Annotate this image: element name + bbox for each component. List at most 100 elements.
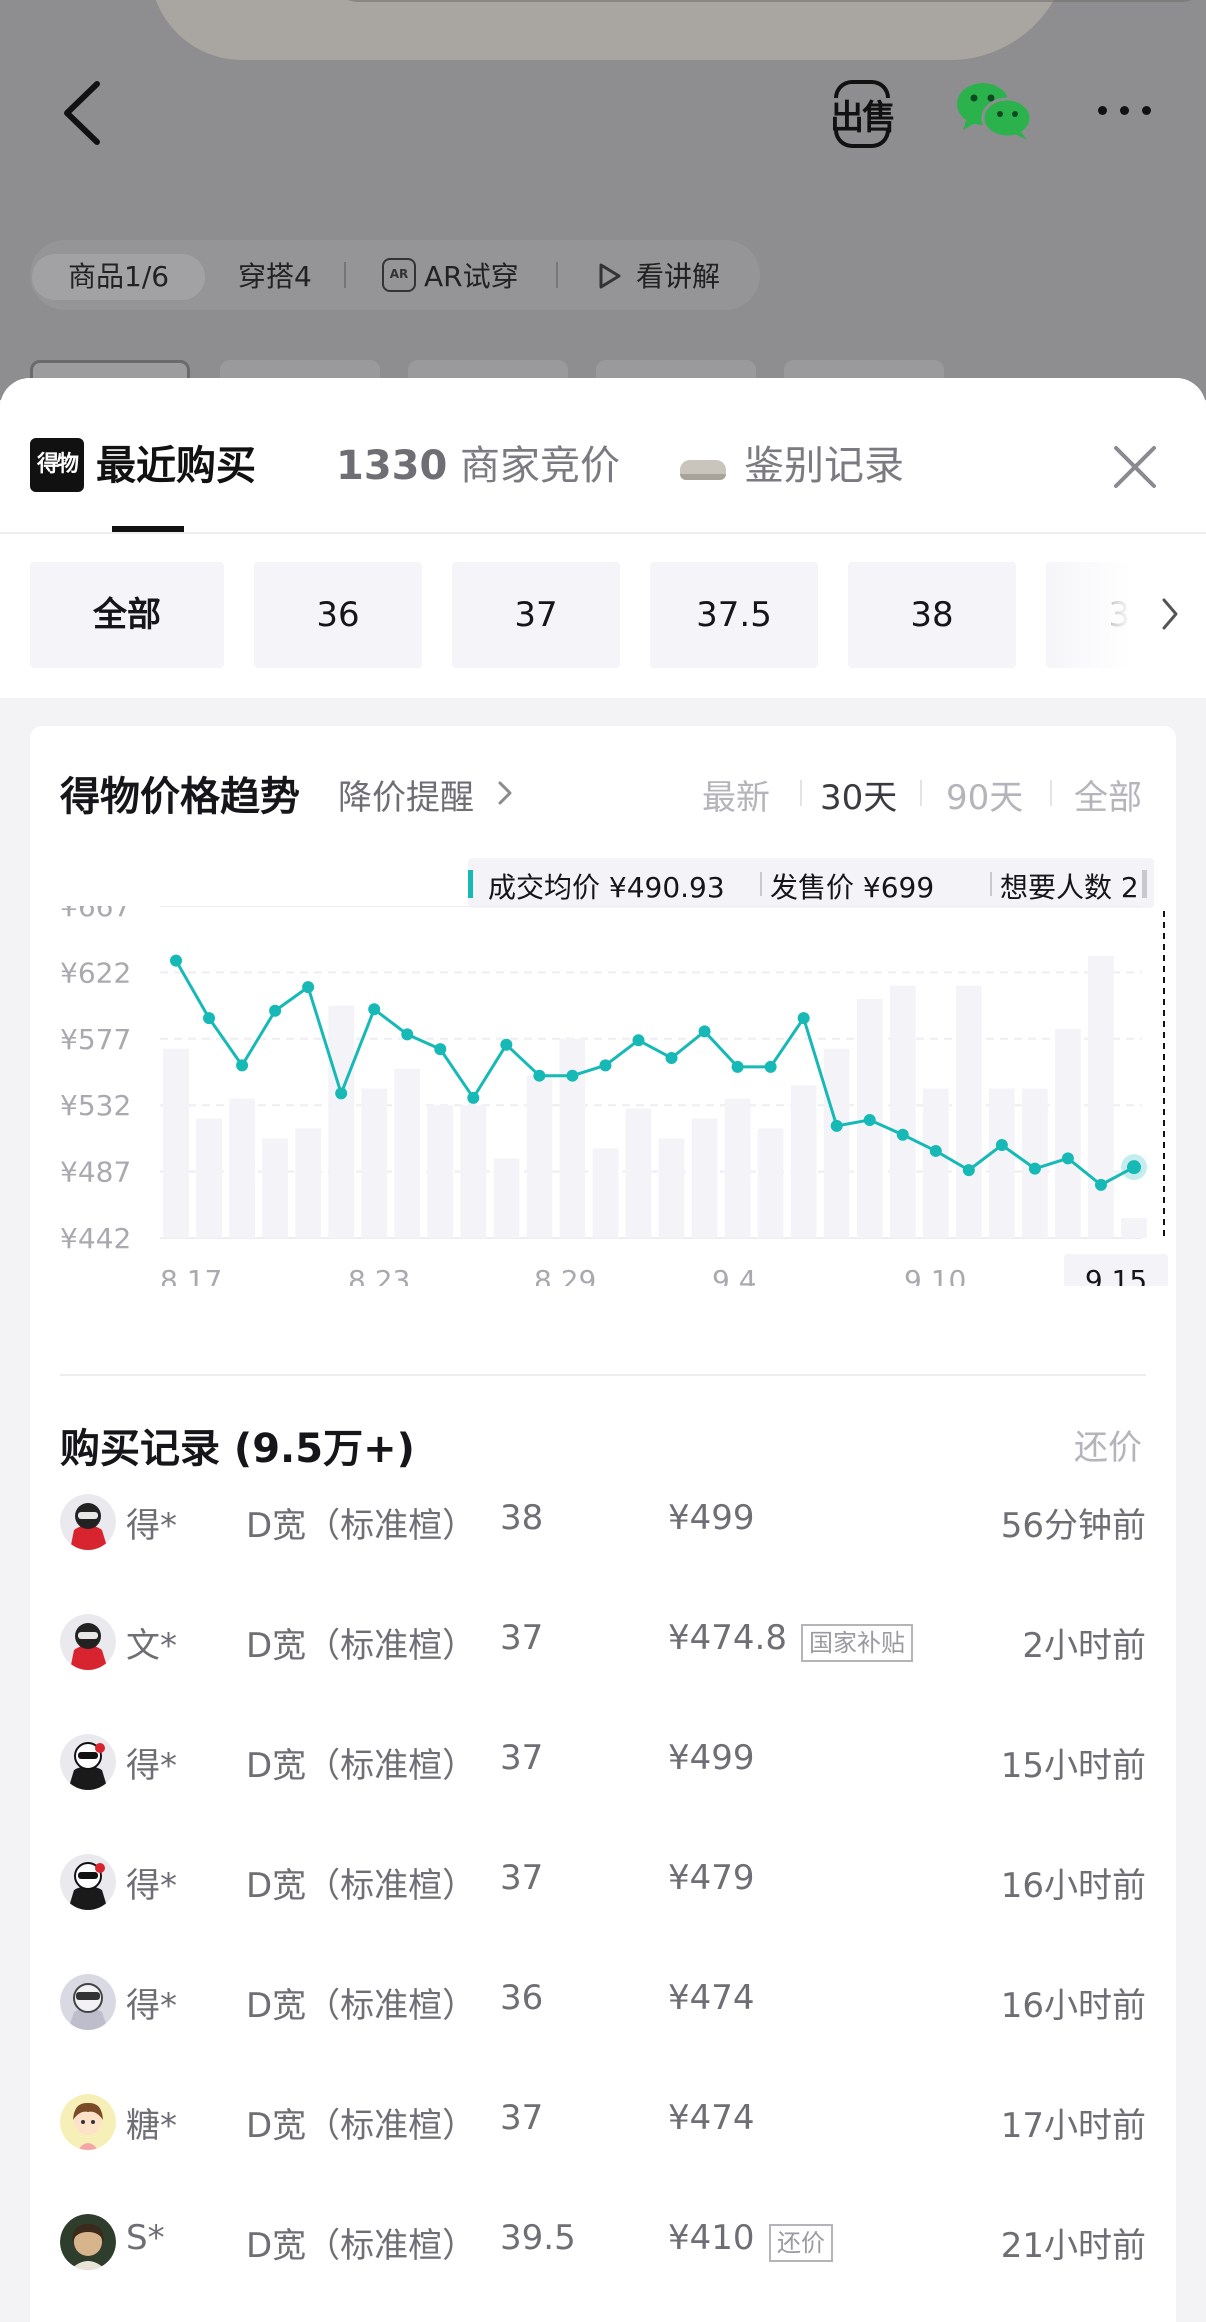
chevron-right-icon[interactable] <box>1158 594 1182 634</box>
purchase-record-row: 得* D宽（标准楦） 36 ¥474 16小时前 <box>60 1970 1146 2034</box>
price-point <box>335 1087 348 1100</box>
volume-bar <box>262 1138 288 1238</box>
price-point <box>863 1113 876 1126</box>
price-point <box>962 1164 975 1177</box>
x-tick-label: 9.10 <box>904 1264 966 1286</box>
volume-bar <box>196 1118 222 1238</box>
x-tick-label: 9.4 <box>712 1264 757 1286</box>
x-tick-label: 9.15 <box>1085 1264 1147 1286</box>
price-point <box>1127 1160 1141 1175</box>
price-point <box>236 1059 249 1072</box>
y-tick-label: ¥532 <box>60 1089 131 1122</box>
user-avatar[interactable] <box>60 1734 116 1790</box>
section-divider <box>60 1374 1146 1376</box>
purchase-record-row: 得* D宽（标准楦） 37 ¥499 15小时前 <box>60 1730 1146 1794</box>
range-30d[interactable]: 30天 <box>820 770 897 819</box>
purchase-size: 37 <box>500 1618 544 1658</box>
user-avatar[interactable] <box>60 1854 116 1910</box>
tab-authentication-records[interactable]: 鉴别记录 <box>744 438 904 494</box>
price-trend-chart[interactable]: ¥667 ¥622 ¥577 ¥532 ¥487 ¥442 8.17 8.23 8.29 9.4 9… <box>30 906 1176 1286</box>
price-point <box>467 1091 480 1104</box>
range-all[interactable]: 全部 <box>1074 770 1142 819</box>
purchase-tag-badge: 还价 <box>769 2224 833 2262</box>
purchase-price: ¥474 <box>668 1978 755 2018</box>
shoe-width-spec: D宽（标准楦） <box>246 2226 477 2266</box>
purchase-time: 56分钟前 <box>1000 1506 1146 1546</box>
sell-button[interactable]: 出售 <box>828 80 898 148</box>
tooltip-avg-price: 成交均价 ¥490.93 <box>488 871 725 904</box>
purchase-price: ¥410 <box>668 2218 755 2258</box>
volume-bar <box>955 985 982 1238</box>
chip-outfits[interactable]: 穿搭4 <box>238 254 312 300</box>
size-option[interactable]: 37 <box>452 562 620 668</box>
tab-merchant-bids[interactable]: 1330 商家竞价 <box>336 438 620 494</box>
price-drop-alert-link[interactable]: 降价提醒 <box>338 770 474 819</box>
volume-bar <box>427 1105 454 1238</box>
purchase-price: ¥479 <box>668 1858 755 1898</box>
purchase-time: 21小时前 <box>1000 2226 1146 2266</box>
shoe-width-spec: D宽（标准楦） <box>246 1626 477 1666</box>
size-option[interactable]: 38 <box>848 562 1016 668</box>
chip-explain-label: 看讲解 <box>636 260 721 293</box>
tab-recent-purchases-label: 最近购买 <box>96 443 256 489</box>
price-point <box>500 1038 513 1051</box>
chart-title: 得物价格趋势 <box>60 774 300 820</box>
volume-bar <box>889 985 916 1238</box>
price-point <box>632 1034 645 1047</box>
price-point <box>1028 1162 1041 1175</box>
tooltip-end-bar <box>1142 870 1147 898</box>
volume-bar <box>229 1098 255 1238</box>
chip-products-label: 商品1/6 <box>68 260 170 293</box>
bargain-link[interactable]: 还价 <box>1074 1420 1142 1469</box>
chip-divider <box>556 262 558 288</box>
price-point <box>797 1012 810 1025</box>
tooltip-issue-price: 发售价 ¥699 <box>770 871 935 904</box>
x-tick-label: 8.29 <box>534 1264 596 1286</box>
tab-recent-purchases[interactable]: 最近购买 <box>96 438 256 494</box>
price-trend-card: 得物价格趋势 降价提醒 最新 30天 90天 全部 成交均价 ¥490.93 发… <box>30 726 1176 2322</box>
user-avatar[interactable] <box>60 1494 116 1550</box>
user-avatar[interactable] <box>60 1614 116 1670</box>
volume-bar <box>1055 1028 1081 1238</box>
range-divider <box>800 780 802 806</box>
wechat-share-icon[interactable] <box>955 80 1033 142</box>
volume-bar <box>790 1085 817 1238</box>
close-icon[interactable] <box>1110 442 1160 492</box>
buyer-name: 文* <box>126 1626 177 1666</box>
volume-bar <box>724 1098 751 1238</box>
purchase-record-row: 得* D宽（标准楦） 38 ¥499 56分钟前 <box>60 1490 1146 1554</box>
tooltip-accent-bar <box>468 870 473 898</box>
volume-bar <box>1088 955 1114 1238</box>
chip-explain[interactable]: 看讲解 <box>636 254 720 300</box>
range-latest[interactable]: 最新 <box>702 770 770 819</box>
sheet-tab-bar: 得物 最近购买 1330 商家竞价 鉴别记录 <box>0 378 1206 534</box>
chip-divider <box>344 262 346 288</box>
chip-products[interactable]: 商品1/6 <box>32 254 206 300</box>
size-option[interactable]: 37.5 <box>650 562 818 668</box>
back-icon[interactable] <box>55 78 115 148</box>
size-option-all[interactable]: 全部 <box>30 562 224 668</box>
volume-bar <box>691 1118 718 1238</box>
user-avatar[interactable] <box>60 2094 116 2150</box>
tab-merchant-bids-label: 商家竞价 <box>460 443 621 489</box>
volume-bar <box>394 1068 421 1238</box>
purchase-record-row: S* D宽（标准楦） 39.5 ¥410 还价 21小时前 <box>60 2210 1146 2274</box>
price-point <box>731 1060 744 1073</box>
size-option[interactable]: 36 <box>254 562 422 668</box>
size-filter-bar: 全部 36 37 37.5 38 38 <box>0 534 1206 698</box>
user-avatar[interactable] <box>60 1974 116 2030</box>
volume-bar <box>526 1075 553 1238</box>
range-90d[interactable]: 90天 <box>946 770 1023 819</box>
shoe-thumbnail-icon <box>680 460 726 480</box>
tooltip-divider <box>760 872 762 896</box>
user-avatar[interactable] <box>60 2214 116 2270</box>
volume-bar <box>559 1038 586 1238</box>
price-point <box>830 1119 843 1132</box>
buyer-name: 得* <box>126 1986 177 2026</box>
purchase-size: 37 <box>500 1738 544 1778</box>
more-icon[interactable] <box>1096 96 1156 126</box>
product-shoe-image <box>150 0 1206 60</box>
shoe-width-spec: D宽（标准楦） <box>246 1506 477 1546</box>
volume-bar <box>592 1148 619 1238</box>
chip-ar-tryon[interactable]: AR试穿 <box>424 254 519 300</box>
